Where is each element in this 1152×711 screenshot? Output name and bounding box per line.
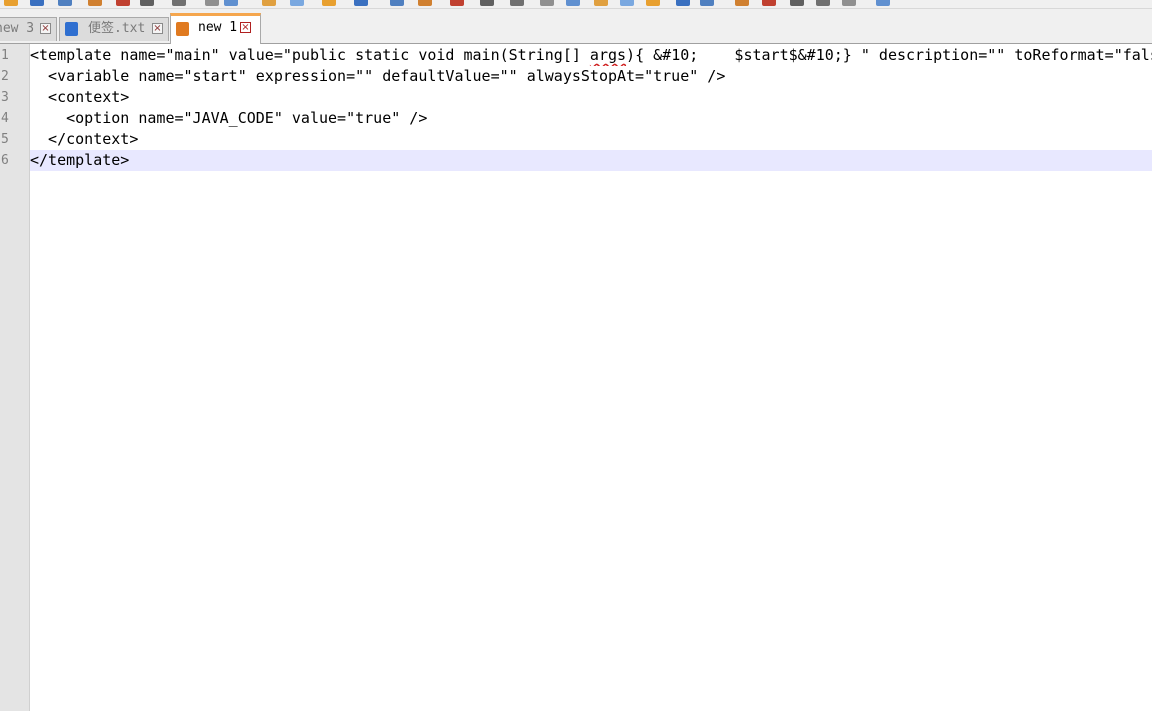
- toolbar-icon[interactable]: [762, 0, 776, 6]
- code-line[interactable]: <option name="JAVA_CODE" value="true" />: [30, 108, 1152, 129]
- toolbar-icon[interactable]: [816, 0, 830, 6]
- save-all-icon[interactable]: [88, 0, 102, 6]
- close-tab-icon[interactable]: ×: [240, 22, 251, 33]
- find-icon[interactable]: [354, 0, 368, 6]
- code-text: </context>: [30, 130, 139, 148]
- line-number: 2: [1, 69, 9, 84]
- paste-icon[interactable]: [262, 0, 276, 6]
- open-file-icon[interactable]: [30, 0, 44, 6]
- code-text: <template name="main" value="public stat…: [30, 46, 590, 64]
- macro-play-icon[interactable]: [646, 0, 660, 6]
- unsaved-file-icon: [176, 22, 189, 36]
- cut-icon[interactable]: [205, 0, 219, 6]
- current-code-line[interactable]: </template>: [30, 150, 1152, 171]
- copy-icon[interactable]: [224, 0, 238, 6]
- macro-stop-icon[interactable]: [620, 0, 634, 6]
- line-number: 3: [1, 90, 9, 105]
- print-icon[interactable]: [172, 0, 186, 6]
- tab-bar: new 3 × 便签.txt × new 1 ×: [0, 9, 1152, 44]
- macro-save-icon[interactable]: [700, 0, 714, 6]
- zoom-out-icon[interactable]: [450, 0, 464, 6]
- code-editor[interactable]: <template name="main" value="public stat…: [30, 45, 1152, 711]
- code-line[interactable]: </context>: [30, 129, 1152, 150]
- close-all-icon[interactable]: [140, 0, 154, 6]
- code-line[interactable]: <variable name="start" expression="" def…: [30, 66, 1152, 87]
- toolbar: [0, 0, 1152, 9]
- toolbar-icon[interactable]: [876, 0, 890, 6]
- close-icon[interactable]: [116, 0, 130, 6]
- code-text: <option name="JAVA_CODE" value="true" />: [30, 109, 428, 127]
- tab-label: 便签.txt: [88, 21, 146, 36]
- line-number: 4: [1, 111, 9, 126]
- code-text: <variable name="start" expression="" def…: [30, 67, 726, 85]
- zoom-in-icon[interactable]: [418, 0, 432, 6]
- tab-label: new 3: [0, 21, 35, 36]
- code-text: </template>: [30, 151, 130, 169]
- undo-icon[interactable]: [290, 0, 304, 6]
- tab-label: new 1: [198, 20, 238, 35]
- code-line[interactable]: <template name="main" value="public stat…: [30, 45, 1152, 66]
- saved-file-icon: [65, 22, 78, 36]
- close-tab-icon[interactable]: ×: [40, 23, 51, 34]
- code-text: ){ &#10; $start$&#10;} " description="" …: [626, 46, 1152, 64]
- code-line[interactable]: <context>: [30, 87, 1152, 108]
- toolbar-icon[interactable]: [790, 0, 804, 6]
- line-number-gutter: 1 2 3 4 5 6: [0, 44, 30, 711]
- new-file-icon[interactable]: [4, 0, 18, 6]
- spellcheck-icon[interactable]: [735, 0, 749, 6]
- line-number: 1: [1, 48, 9, 63]
- show-all-chars-icon[interactable]: [540, 0, 554, 6]
- line-number: 6: [1, 153, 9, 168]
- macro-run-icon[interactable]: [676, 0, 690, 6]
- close-tab-icon[interactable]: ×: [152, 23, 163, 34]
- spell-error-word: args: [589, 46, 627, 64]
- toolbar-icon[interactable]: [842, 0, 856, 6]
- tab-new-1[interactable]: new 1 ×: [170, 13, 261, 44]
- sync-scroll-icon[interactable]: [480, 0, 494, 6]
- line-number: 5: [1, 132, 9, 147]
- code-text: <context>: [30, 88, 130, 106]
- tab-new-3[interactable]: new 3 ×: [0, 17, 57, 41]
- save-icon[interactable]: [58, 0, 72, 6]
- tab-bianqian-txt[interactable]: 便签.txt ×: [59, 17, 169, 41]
- redo-icon[interactable]: [322, 0, 336, 6]
- macro-record-icon[interactable]: [594, 0, 608, 6]
- indent-guide-icon[interactable]: [566, 0, 580, 6]
- replace-icon[interactable]: [390, 0, 404, 6]
- word-wrap-icon[interactable]: [510, 0, 524, 6]
